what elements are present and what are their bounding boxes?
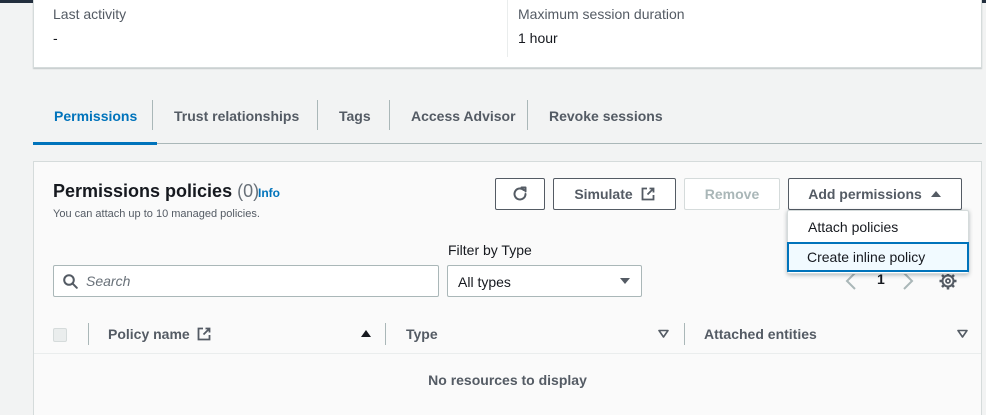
empty-state-message: No resources to display [428, 372, 587, 388]
chevron-right-icon[interactable] [902, 272, 914, 290]
info-link[interactable]: Info [258, 186, 280, 200]
tab-divider [152, 100, 153, 130]
panel-description: You can attach up to 10 managed policies… [53, 208, 260, 220]
select-all-checkbox[interactable] [53, 328, 67, 342]
tab-divider [317, 100, 318, 130]
tab-revoke-sessions[interactable]: Revoke sessions [549, 96, 663, 144]
panel-title-text: Permissions policies [53, 181, 233, 201]
external-link-icon [197, 327, 210, 341]
tab-divider [527, 100, 528, 130]
search-input[interactable] [86, 266, 426, 296]
add-permissions-button[interactable]: Add permissions [788, 178, 962, 210]
simulate-label: Simulate [574, 186, 633, 202]
add-permissions-label: Add permissions [808, 186, 922, 202]
role-summary-card: Last activity - Maximum session duration… [33, 0, 982, 68]
add-permissions-menu: Attach policies Create inline policy [787, 210, 969, 274]
last-activity-value: - [53, 30, 58, 46]
remove-button[interactable]: Remove [684, 178, 780, 210]
policy-count: (0) [237, 181, 260, 201]
column-divider [385, 323, 386, 345]
sort-icon[interactable] [658, 329, 669, 338]
summary-divider [507, 0, 508, 57]
max-session-duration-value: 1 hour [518, 30, 558, 46]
simulate-button[interactable]: Simulate [553, 178, 676, 210]
table-header: Policy name Type Attached entities [34, 314, 981, 354]
role-tabs: Permissions Trust relationships Tags Acc… [32, 96, 982, 145]
search-field[interactable] [53, 265, 439, 297]
refresh-icon [513, 186, 527, 201]
tab-tags[interactable]: Tags [339, 96, 371, 144]
external-link-icon [641, 187, 655, 201]
tab-access-advisor[interactable]: Access Advisor [411, 96, 516, 144]
sort-ascending-icon[interactable] [360, 329, 372, 338]
chevron-left-icon[interactable] [845, 272, 857, 290]
caret-down-icon [620, 278, 630, 284]
caret-up-icon [930, 191, 941, 197]
search-icon [63, 274, 78, 289]
menu-item-create-inline-policy[interactable]: Create inline policy [787, 242, 969, 272]
tab-permissions[interactable]: Permissions [32, 96, 158, 145]
type-filter-select[interactable]: All types [447, 265, 642, 297]
gear-icon[interactable] [939, 272, 957, 290]
filter-by-type-label: Filter by Type [448, 242, 532, 258]
tab-trust-relationships[interactable]: Trust relationships [174, 96, 299, 144]
type-filter-value: All types [458, 274, 511, 290]
menu-item-attach-policies[interactable]: Attach policies [788, 212, 968, 242]
column-divider [684, 323, 685, 345]
last-activity-label: Last activity [53, 6, 127, 22]
column-policy-name-label: Policy name [108, 326, 190, 342]
tab-divider [389, 100, 390, 130]
sort-icon[interactable] [957, 329, 968, 338]
panel-title: Permissions policies (0) [53, 181, 259, 202]
column-divider [88, 323, 89, 345]
column-type[interactable]: Type [406, 326, 438, 342]
permissions-policies-panel: Permissions policies (0) Info You can at… [33, 161, 982, 415]
column-attached-entities[interactable]: Attached entities [704, 326, 817, 342]
refresh-button[interactable] [495, 178, 545, 210]
column-policy-name[interactable]: Policy name [108, 326, 211, 342]
max-session-duration-label: Maximum session duration [518, 6, 685, 22]
